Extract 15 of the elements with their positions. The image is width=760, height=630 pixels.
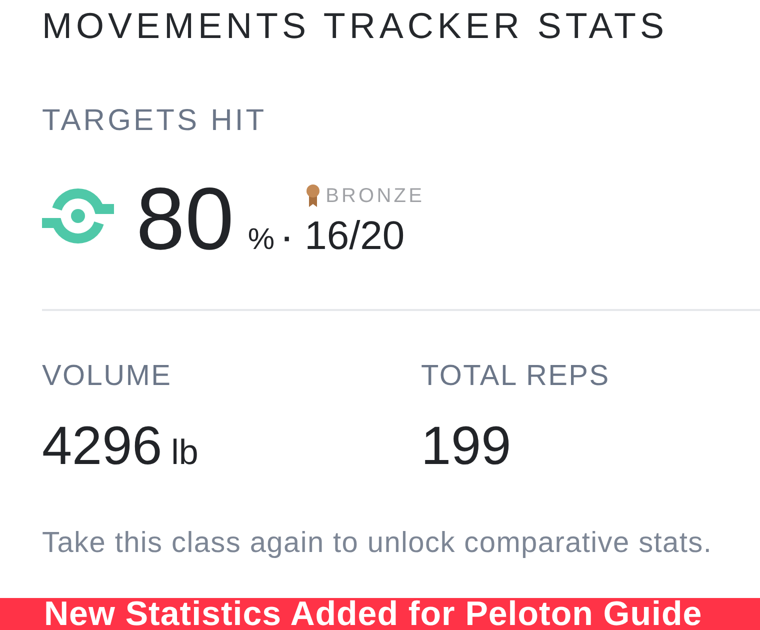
percent-sign: % <box>248 225 275 255</box>
stat-label: TOTAL REPS <box>421 359 610 394</box>
stat-value: 4296 <box>42 415 162 478</box>
targets-count: 16/20 <box>304 216 406 256</box>
targets-label: TARGETS HIT <box>42 103 268 139</box>
headline-text: New Statistics Added for Peloton Guide <box>44 598 702 630</box>
percent-value: 80 <box>136 175 234 263</box>
stat-label: VOLUME <box>42 359 173 394</box>
medal-label: BRONZE <box>326 184 425 208</box>
info-text: Take this class again to unlock comparative stats. <box>42 526 714 561</box>
separator-dot: · <box>282 225 293 255</box>
stat-unit: lb <box>171 433 198 473</box>
section-title: MOVEMENTS TRACKER STATS <box>42 4 670 48</box>
stat-value: 199 <box>421 415 512 478</box>
orbit-icon <box>42 188 114 244</box>
